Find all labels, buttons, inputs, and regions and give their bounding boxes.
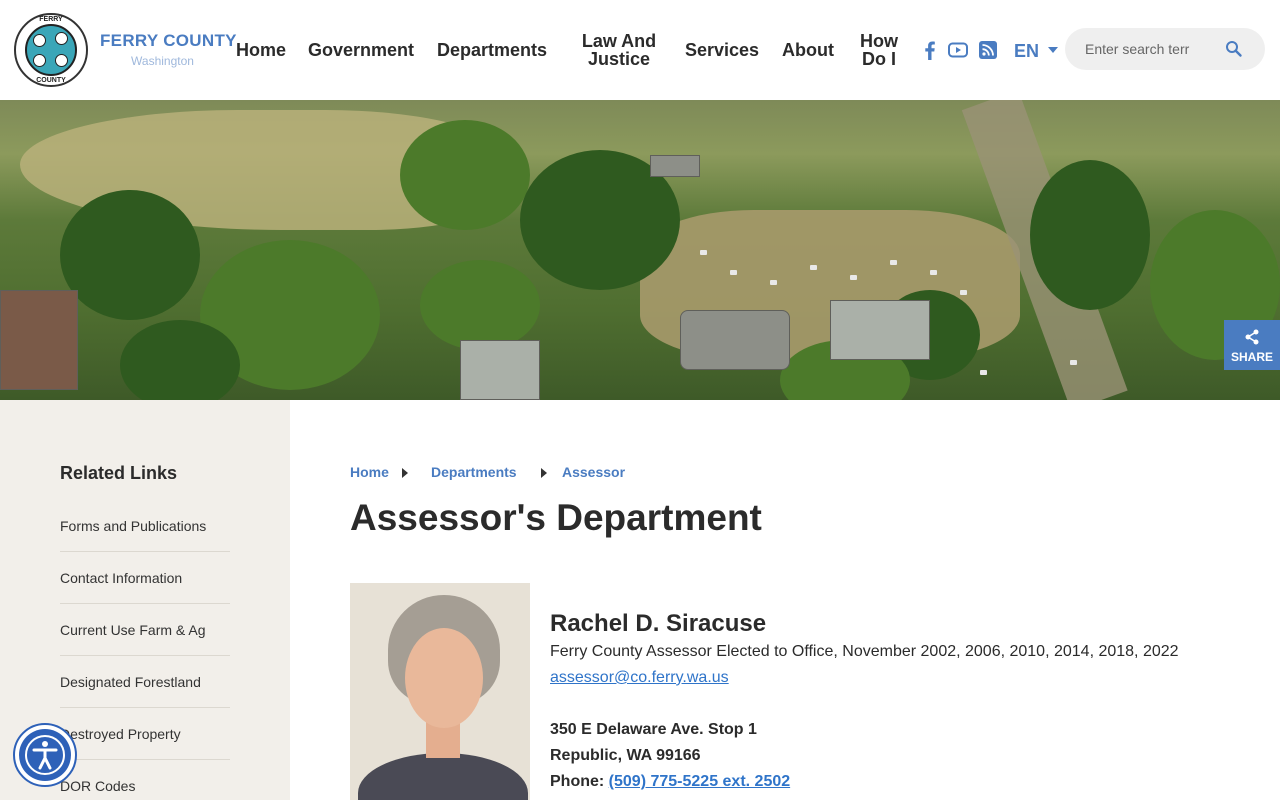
breadcrumb-home[interactable]: Home	[350, 464, 389, 480]
hero-car	[730, 270, 737, 275]
person-name: Rachel D. Siracuse	[550, 610, 767, 637]
breadcrumb-assessor[interactable]: Assessor	[562, 464, 625, 480]
seal-top-text: FERRY	[39, 16, 63, 23]
accessibility-icon	[19, 729, 71, 781]
seal-emblem	[55, 54, 68, 67]
email-link[interactable]: assessor@co.ferry.wa.us	[550, 669, 729, 687]
nav-label-line: How	[860, 31, 898, 51]
breadcrumb-departments[interactable]: Departments	[431, 464, 517, 480]
hero-building	[650, 155, 700, 177]
language-selector[interactable]: EN	[1014, 41, 1039, 62]
assessor-photo	[350, 583, 530, 800]
hero-car	[890, 260, 897, 265]
hero-building	[830, 300, 930, 360]
nav-how-do-i[interactable]: How Do I	[856, 32, 902, 68]
phone-row: Phone: (509) 775-5225 ext. 2502	[550, 773, 790, 791]
nav-label-line: Law And	[581, 31, 657, 51]
site-header: FERRY COUNTY FERRY COUNTY Washington Hom…	[0, 0, 1280, 100]
breadcrumb-separator-icon	[402, 468, 408, 478]
sidebar-item-forms-and-publications: Forms and Publications	[60, 500, 230, 552]
youtube-icon[interactable]	[948, 40, 968, 60]
seal-emblem	[33, 54, 46, 67]
hero-car	[980, 370, 987, 375]
photo-shape	[358, 753, 528, 800]
sidebar-link[interactable]: Forms and Publications	[60, 500, 230, 534]
sidebar-title: Related Links	[60, 463, 178, 483]
hero-building	[0, 290, 78, 390]
facebook-icon[interactable]	[920, 40, 940, 60]
nav-services[interactable]: Services	[685, 41, 759, 59]
logo-name[interactable]: FERRY COUNTY	[100, 31, 237, 51]
address-line-2: Republic, WA 99166	[550, 747, 701, 764]
person-role: Ferry County Assessor Elected to Office,…	[550, 643, 1179, 660]
hero-car	[850, 275, 857, 280]
sidebar-link[interactable]: Destroyed Property	[60, 708, 230, 742]
address-line-1: 350 E Delaware Ave. Stop 1	[550, 721, 757, 738]
sidebar-link[interactable]: Current Use Farm & Ag	[60, 604, 230, 638]
search-box	[1065, 28, 1265, 70]
hero-car	[960, 290, 967, 295]
logo-subtitle: Washington	[131, 54, 194, 68]
nav-about[interactable]: About	[782, 41, 834, 59]
breadcrumb-separator-icon	[541, 468, 547, 478]
hero-car	[770, 280, 777, 285]
page-title: Assessor's Department	[350, 497, 762, 538]
seal-emblem	[33, 34, 46, 47]
search-icon[interactable]	[1225, 40, 1243, 58]
seal-inner	[25, 24, 77, 76]
hero-car	[930, 270, 937, 275]
hero-tree	[60, 190, 200, 320]
hero-car	[700, 250, 707, 255]
chevron-down-icon[interactable]	[1048, 47, 1058, 53]
seal-bottom-text: COUNTY	[36, 77, 66, 84]
nav-departments[interactable]: Departments	[437, 41, 547, 59]
share-icon	[1245, 329, 1259, 345]
hero-building	[680, 310, 790, 370]
county-seal-logo[interactable]: FERRY COUNTY	[14, 13, 88, 87]
search-input[interactable]	[1085, 39, 1205, 59]
hero-car	[810, 265, 817, 270]
hero-building	[460, 340, 540, 400]
nav-government[interactable]: Government	[308, 41, 414, 59]
phone-link[interactable]: (509) 775-5225 ext. 2502	[609, 773, 790, 790]
hero-banner-image	[0, 100, 1280, 400]
nav-law-and-justice[interactable]: Law And Justice	[578, 32, 660, 68]
sidebar-link[interactable]: Contact Information	[60, 552, 230, 586]
sidebar-link[interactable]: DOR Codes	[60, 760, 230, 794]
nav-label-line: Do I	[862, 49, 896, 69]
phone-label: Phone:	[550, 773, 605, 790]
hero-car	[1070, 360, 1077, 365]
share-label: SHARE	[1230, 350, 1273, 364]
sidebar-item-contact-information: Contact Information	[60, 552, 230, 604]
seal-emblem	[55, 32, 68, 45]
hero-tree	[120, 320, 240, 400]
share-button[interactable]: SHARE	[1224, 320, 1280, 370]
sidebar-item-destroyed-property: Destroyed Property	[60, 708, 230, 760]
nav-home[interactable]: Home	[236, 41, 286, 59]
rss-icon[interactable]	[978, 40, 998, 60]
sidebar-item-dor-codes: DOR Codes	[60, 760, 230, 812]
sidebar-item-current-use-farm-ag: Current Use Farm & Ag	[60, 604, 230, 656]
photo-shape	[405, 628, 483, 728]
accessibility-button[interactable]	[13, 723, 77, 787]
hero-tree	[400, 120, 530, 230]
hero-tree	[420, 260, 540, 350]
nav-label-line: Justice	[587, 49, 651, 69]
hero-tree	[1030, 160, 1150, 310]
sidebar-item-designated-forestland: Designated Forestland	[60, 656, 230, 708]
related-links-list: Forms and Publications Contact Informati…	[60, 500, 230, 812]
sidebar-link[interactable]: Designated Forestland	[60, 656, 230, 690]
